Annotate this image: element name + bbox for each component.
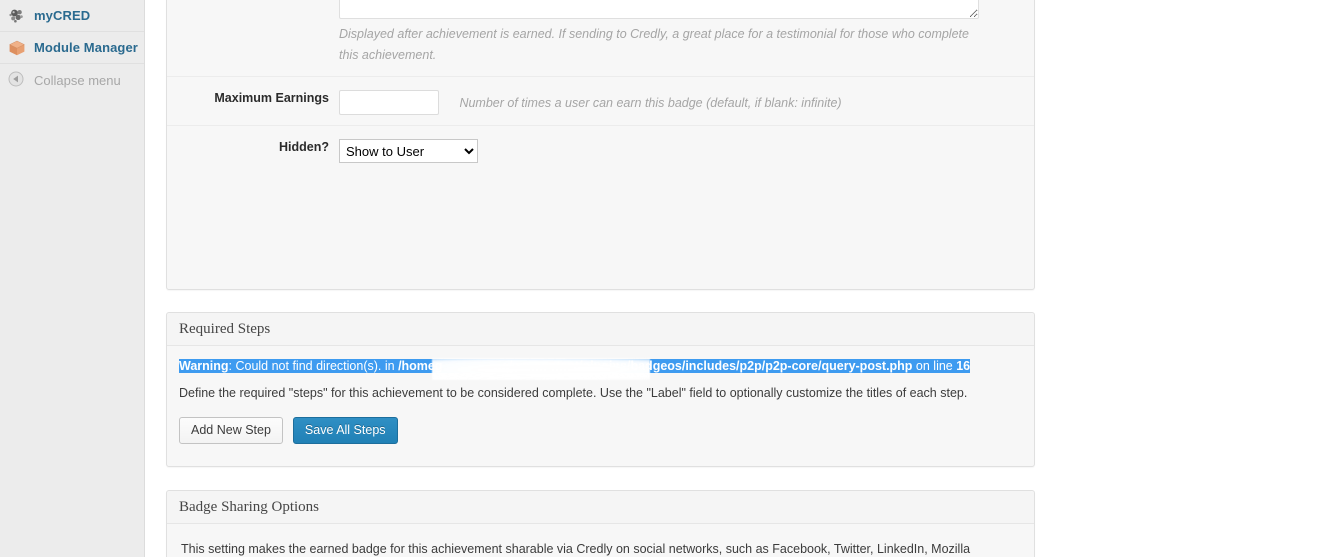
admin-sidebar: myCRED Module Manager Collapse menu xyxy=(0,0,145,557)
hidden-cell: Show to User Hidden Hidden until earned xyxy=(339,126,1034,180)
warning-line-number: 16 xyxy=(956,359,971,373)
module-box-icon xyxy=(8,39,26,57)
required-steps-header: Required Steps xyxy=(167,313,1034,346)
warning-line-text: on line xyxy=(912,359,957,373)
badge-sharing-note: This setting makes the earned badge for … xyxy=(181,542,971,556)
sidebar-item-module-manager[interactable]: Module Manager xyxy=(0,32,144,64)
add-new-step-button[interactable]: Add New Step xyxy=(179,417,283,444)
sidebar-item-mycred[interactable]: myCRED xyxy=(0,0,144,32)
required-steps-panel: Required Steps Warning: Could not find d… xyxy=(166,312,1035,467)
maximum-earnings-label: Maximum Earnings xyxy=(214,91,329,105)
completion-message-cell: Displayed after achievement is earned. I… xyxy=(339,0,1034,77)
page-root: myCRED Module Manager Collapse menu Disp… xyxy=(0,0,1339,557)
collapse-menu-button[interactable]: Collapse menu xyxy=(0,65,144,95)
achievement-settings-table: Displayed after achievement is earned. I… xyxy=(167,0,1034,179)
hidden-label: Hidden? xyxy=(279,140,329,154)
warning-path-redacted xyxy=(443,359,502,373)
completion-message-textarea[interactable] xyxy=(339,0,979,19)
collapse-left-arrow-icon xyxy=(8,71,26,89)
required-steps-body: Warning: Could not find direction(s). in… xyxy=(167,346,1034,458)
badge-sharing-panel: Badge Sharing Options This setting makes… xyxy=(166,490,1035,557)
sidebar-item-label: Module Manager xyxy=(34,40,138,55)
maximum-earnings-input[interactable] xyxy=(339,90,439,115)
warning-path-start: /homeg xyxy=(398,359,443,373)
maximum-earnings-cell: Number of times a user can earn this bad… xyxy=(339,77,1034,126)
completion-message-label xyxy=(167,0,339,77)
achievement-settings-panel: Displayed after achievement is earned. I… xyxy=(166,0,1035,290)
main-content: Displayed after achievement is earned. I… xyxy=(145,0,1339,557)
required-steps-note: Define the required "steps" for this ach… xyxy=(179,386,968,400)
save-all-steps-button[interactable]: Save All Steps xyxy=(292,417,398,444)
warning-prefix: Warning xyxy=(179,359,229,373)
table-row-maximum-earnings: Maximum Earnings Number of times a user … xyxy=(167,76,1034,126)
maximum-earnings-description: Number of times a user can earn this bad… xyxy=(459,95,842,110)
sidebar-item-label: myCRED xyxy=(34,8,91,23)
mycred-cluster-icon xyxy=(8,7,26,25)
hidden-select[interactable]: Show to User Hidden Hidden until earned xyxy=(339,139,478,163)
warning-path-end: e/wp-content/plugins/badgeos/includes/p2… xyxy=(502,359,913,373)
table-row-hidden: Hidden? Show to User Hidden Hidden until… xyxy=(167,125,1034,180)
warning-text: Warning: Could not find direction(s). in… xyxy=(179,359,971,373)
required-steps-buttons: Add New Step Save All Steps xyxy=(179,417,1022,444)
badge-sharing-header: Badge Sharing Options xyxy=(167,491,1034,524)
completion-message-description: Displayed after achievement is earned. I… xyxy=(339,27,969,62)
collapse-menu-label: Collapse menu xyxy=(34,72,121,88)
warning-body: : Could not find direction(s). in xyxy=(228,359,399,373)
php-warning-message: Warning: Could not find direction(s). in… xyxy=(179,357,1024,380)
table-row-completion-message: Displayed after achievement is earned. I… xyxy=(167,0,1034,77)
